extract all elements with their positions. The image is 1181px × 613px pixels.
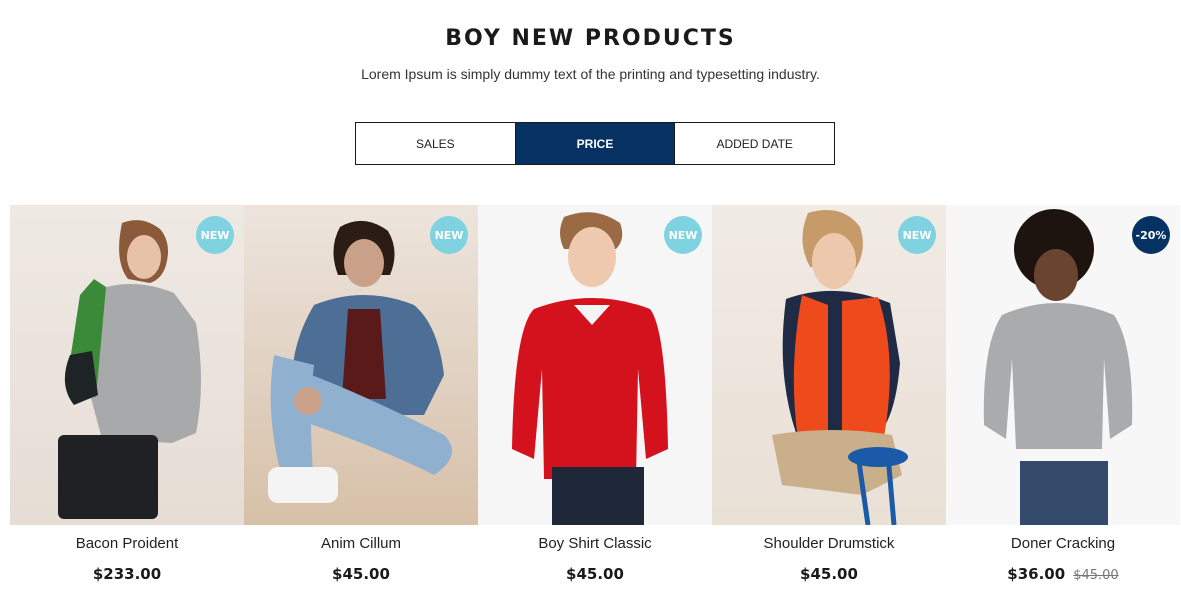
section-title: BOY NEW PRODUCTS bbox=[445, 26, 736, 51]
new-badge: NEW bbox=[196, 216, 234, 254]
new-badge: NEW bbox=[430, 216, 468, 254]
product-name[interactable]: Doner Cracking bbox=[946, 535, 1180, 552]
product-price: $45.00 bbox=[332, 565, 390, 583]
product-name[interactable]: Shoulder Drumstick bbox=[712, 535, 946, 552]
new-badge: NEW bbox=[898, 216, 936, 254]
product-price-row: $45.00 bbox=[478, 564, 712, 583]
product-card[interactable]: NEW Bacon Proident $233.00 bbox=[10, 205, 244, 605]
product-grid: NEW Bacon Proident $233.00 NEW Anim Cill… bbox=[10, 205, 1180, 605]
product-name[interactable]: Boy Shirt Classic bbox=[478, 535, 712, 552]
product-image[interactable]: -20% bbox=[946, 205, 1180, 525]
product-image[interactable]: NEW bbox=[10, 205, 244, 525]
product-card[interactable]: NEW Shoulder Drumstick $45.00 bbox=[712, 205, 946, 605]
product-price-row: $45.00 bbox=[244, 564, 478, 583]
sort-tabs: SALES PRICE ADDED DATE bbox=[355, 122, 835, 165]
product-card[interactable]: NEW Boy Shirt Classic $45.00 bbox=[478, 205, 712, 605]
product-price-row: $36.00 $45.00 bbox=[946, 564, 1180, 583]
product-image[interactable]: NEW bbox=[712, 205, 946, 525]
product-price: $45.00 bbox=[800, 565, 858, 583]
product-price: $45.00 bbox=[566, 565, 624, 583]
product-price-row: $233.00 bbox=[10, 564, 244, 583]
product-image[interactable]: NEW bbox=[244, 205, 478, 525]
discount-badge: -20% bbox=[1132, 216, 1170, 254]
tab-price[interactable]: PRICE bbox=[514, 123, 675, 164]
product-old-price: $45.00 bbox=[1073, 568, 1119, 583]
product-price: $233.00 bbox=[92, 565, 162, 583]
product-image[interactable]: NEW bbox=[478, 205, 712, 525]
new-badge: NEW bbox=[664, 216, 702, 254]
tab-sales[interactable]: SALES bbox=[356, 123, 515, 164]
section-subtitle: Lorem Ipsum is simply dummy text of the … bbox=[361, 66, 820, 82]
product-price: $36.00 bbox=[1007, 565, 1066, 583]
product-card[interactable]: NEW Anim Cillum $45.00 bbox=[244, 205, 478, 605]
product-card[interactable]: -20% Doner Cracking $36.00 $45.00 bbox=[946, 205, 1180, 605]
product-name[interactable]: Anim Cillum bbox=[244, 535, 478, 552]
product-price-row: $45.00 bbox=[712, 564, 946, 583]
tab-added-date[interactable]: ADDED DATE bbox=[674, 123, 835, 164]
product-name[interactable]: Bacon Proident bbox=[10, 535, 244, 552]
